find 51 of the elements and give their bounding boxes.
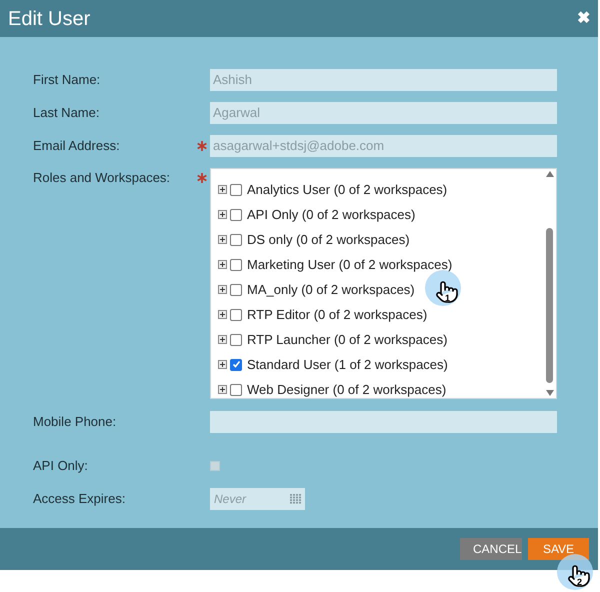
expand-icon[interactable] (218, 335, 227, 344)
hand-cursor-icon (567, 564, 591, 588)
scroll-up-icon[interactable] (546, 171, 554, 177)
role-checkbox[interactable] (230, 234, 242, 246)
role-checkbox[interactable] (230, 384, 242, 396)
save-button[interactable]: SAVE (528, 538, 589, 560)
window-title: Edit User (8, 6, 90, 32)
role-label: Analytics User (0 of 2 workspaces) (247, 180, 448, 199)
field-label: Last Name: (33, 104, 100, 122)
expand-icon[interactable] (218, 385, 227, 394)
step-number: 1 (445, 294, 450, 303)
role-checkbox[interactable] (230, 358, 242, 370)
expand-icon[interactable] (218, 185, 227, 194)
close-button[interactable]: ✖ (577, 6, 590, 30)
scroll-down-icon[interactable] (546, 390, 554, 396)
role-label: Standard User (1 of 2 workspaces) (247, 356, 448, 374)
role-checkbox[interactable] (230, 208, 242, 220)
role-checkbox[interactable] (230, 258, 242, 270)
field-label: Roles and Workspaces: (33, 169, 172, 188)
text-field[interactable]: asagarwal+stdsj@adobe.com (210, 135, 557, 157)
expand-icon[interactable] (218, 260, 227, 269)
expand-icon[interactable] (218, 360, 227, 369)
role-checkbox[interactable] (230, 184, 242, 196)
date-field[interactable]: Never (210, 488, 305, 510)
role-label: Marketing User (0 of 2 workspaces) (247, 256, 452, 274)
expand-icon[interactable] (218, 310, 227, 319)
field-label: API Only: (33, 457, 89, 476)
role-checkbox[interactable] (230, 308, 242, 320)
role-label: DS only (0 of 2 workspaces) (247, 230, 410, 249)
field-label: First Name: (33, 71, 102, 90)
field-label: Email Address: (33, 137, 121, 156)
field-label: Access Expires: (33, 490, 126, 508)
expand-icon[interactable] (218, 285, 227, 294)
field-label: Mobile Phone: (33, 413, 118, 432)
role-checkbox[interactable] (230, 334, 242, 346)
step-number: 2 (577, 578, 582, 587)
scrollbar[interactable] (545, 171, 554, 396)
role-label: Web Designer (0 of 2 workspaces) (247, 380, 446, 399)
text-field[interactable] (210, 411, 557, 433)
text-field[interactable]: Agarwal (210, 102, 557, 124)
cancel-button[interactable]: CANCEL (460, 538, 522, 560)
role-label: RTP Editor (0 of 2 workspaces) (247, 306, 428, 324)
role-label: API Only (0 of 2 workspaces) (247, 206, 416, 224)
expand-icon[interactable] (218, 210, 227, 219)
hand-cursor-icon (435, 280, 459, 304)
role-label: MA_only (0 of 2 workspaces) (247, 280, 415, 299)
text-field[interactable]: Ashish (210, 69, 557, 91)
expand-icon[interactable] (218, 235, 227, 244)
role-label: RTP Launcher (0 of 2 workspaces) (247, 330, 448, 349)
role-checkbox[interactable] (230, 284, 242, 296)
calendar-icon[interactable] (290, 494, 301, 504)
